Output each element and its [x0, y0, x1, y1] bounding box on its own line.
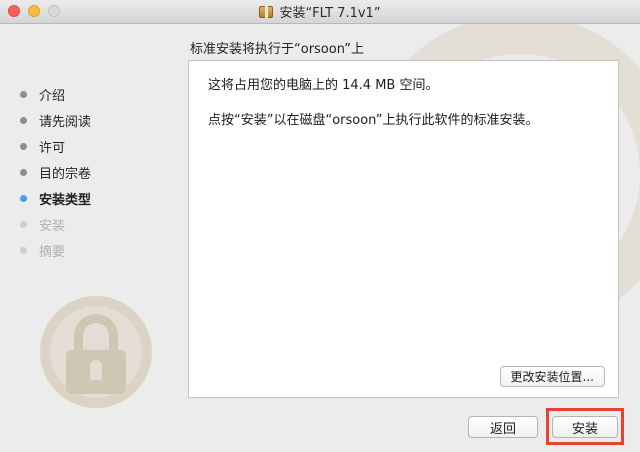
install-button[interactable]: 安装 — [552, 416, 618, 438]
lock-shackle-shape — [74, 314, 118, 358]
disk-space-text: 这将占用您的电脑上的 14.4 MB 空间。 — [208, 78, 439, 93]
window-title: 安装“FLT 7.1v1” — [279, 6, 381, 21]
package-icon — [259, 5, 274, 18]
page-heading: 标准安装将执行于“orsoon”上 — [190, 42, 364, 57]
step-bullet-icon — [20, 142, 27, 150]
step-label: 安装 — [39, 218, 66, 234]
step-introduction: 介绍 — [20, 81, 91, 107]
installer-steps: 介绍 请先阅读 许可 目的宗卷 安装类型 安装 摘要 — [20, 81, 91, 263]
step-bullet-icon — [20, 90, 27, 98]
install-instruction-text: 点按“安装”以在磁盘“orsoon”上执行此软件的标准安装。 — [208, 113, 539, 128]
back-button[interactable]: 返回 — [468, 416, 538, 438]
window-title-group: 安装“FLT 7.1v1” — [0, 0, 640, 23]
step-bullet-icon — [20, 194, 27, 202]
step-label: 目的宗卷 — [39, 166, 92, 182]
step-label: 许可 — [39, 140, 66, 156]
change-install-location-button[interactable]: 更改安装位置... — [499, 366, 605, 387]
step-license: 许可 — [20, 133, 91, 159]
lock-body-shape — [66, 350, 126, 394]
lock-keyhole-shape — [90, 360, 102, 380]
step-installation: 安装 — [20, 211, 91, 237]
step-bullet-icon — [20, 220, 27, 228]
title-bar[interactable]: 安装“FLT 7.1v1” — [0, 0, 640, 24]
step-read-me: 请先阅读 — [20, 107, 91, 133]
step-summary: 摘要 — [20, 237, 91, 263]
step-label: 介绍 — [39, 88, 66, 104]
step-label: 请先阅读 — [39, 114, 92, 130]
step-installation-type: 安装类型 — [20, 185, 91, 211]
step-label: 安装类型 — [39, 192, 92, 208]
step-label: 摘要 — [39, 244, 66, 260]
installer-window: 安装“FLT 7.1v1” 介绍 请先阅读 许可 目的宗卷 安装类型 安装 摘要… — [0, 0, 640, 452]
step-bullet-icon — [20, 246, 27, 254]
step-bullet-icon — [20, 168, 27, 176]
step-bullet-icon — [20, 116, 27, 124]
step-destination: 目的宗卷 — [20, 159, 91, 185]
lock-watermark-icon — [40, 296, 152, 408]
content-panel: 这将占用您的电脑上的 14.4 MB 空间。 点按“安装”以在磁盘“orsoon… — [188, 60, 619, 398]
